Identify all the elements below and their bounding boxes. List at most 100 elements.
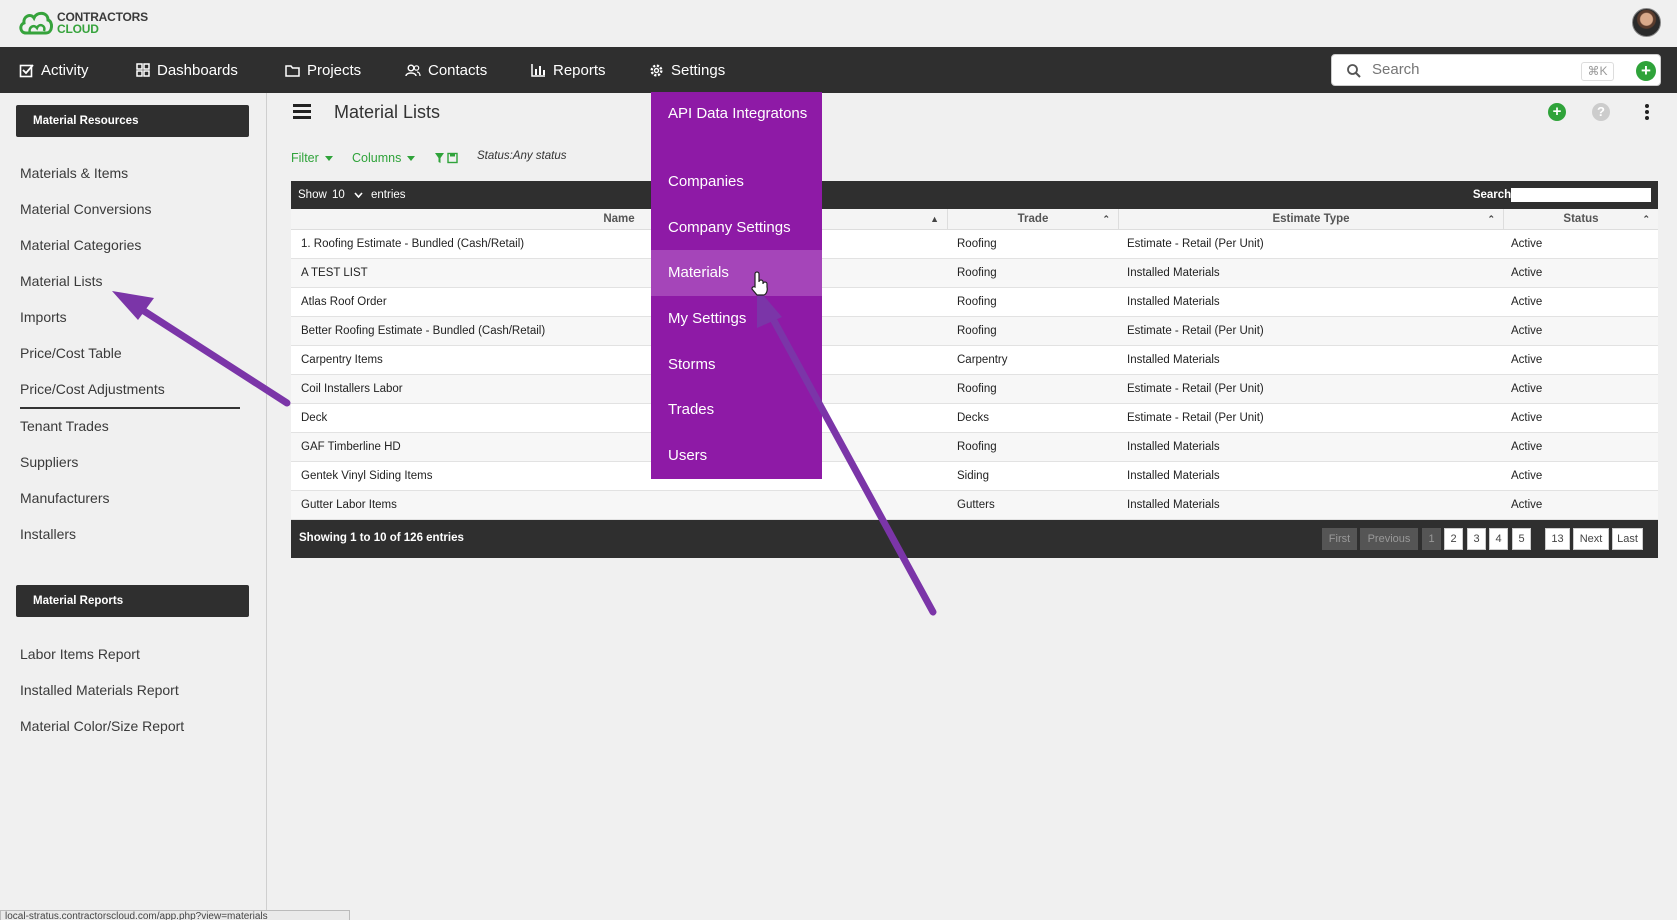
save-filter-button[interactable] xyxy=(435,152,459,164)
search-shortcut-hint: ⌘K xyxy=(1581,62,1614,81)
sidebar-item-suppliers[interactable]: Suppliers xyxy=(20,454,78,470)
sidebar-item-imports[interactable]: Imports xyxy=(20,309,67,325)
menu-item-companies[interactable]: Companies xyxy=(651,160,822,204)
sidebar-item-installed-materials-report[interactable]: Installed Materials Report xyxy=(20,682,179,698)
page-size-select[interactable]: 10 xyxy=(332,189,363,201)
menu-item-my-settings[interactable]: My Settings xyxy=(651,297,822,341)
cell-name[interactable]: Gutter Labor Items xyxy=(301,491,397,519)
nav-contacts[interactable]: Contacts xyxy=(405,47,487,93)
nav-settings[interactable]: Settings xyxy=(649,47,725,93)
table-search-input[interactable] xyxy=(1511,188,1651,202)
sidebar-item-installers[interactable]: Installers xyxy=(20,526,76,542)
global-search[interactable]: ⌘K + xyxy=(1331,54,1661,86)
menu-item-company-settings[interactable]: Company Settings xyxy=(651,206,822,250)
menu-item-api-data-integrations[interactable]: API Data Integratons xyxy=(651,102,822,125)
cell-name[interactable]: GAF Timberline HD xyxy=(301,433,401,461)
pagination-page-1[interactable]: 1 xyxy=(1422,528,1441,550)
filter-caret-icon xyxy=(324,155,333,161)
column-header-status[interactable]: Status ⌃ xyxy=(1504,209,1658,230)
table-row[interactable]: Gentek Vinyl Siding Items Siding Installed… xyxy=(291,462,1658,491)
nav-dashboards[interactable]: Dashboards xyxy=(136,47,238,93)
page-size-value: 10 xyxy=(332,189,345,201)
table-controls: Show 10 entries Search: xyxy=(291,181,1658,209)
material-lists-table: Show 10 entries Search: Name ▲ Trade ⌃ Est… xyxy=(291,181,1658,558)
pagination-next[interactable]: Next xyxy=(1573,528,1609,550)
more-options-icon[interactable] xyxy=(1644,103,1650,121)
pagination-previous[interactable]: Previous xyxy=(1360,528,1418,550)
menu-item-trades[interactable]: Trades xyxy=(651,388,822,432)
contractors-cloud-logo[interactable]: CONTRACTORS CLOUD xyxy=(18,9,148,37)
pagination-first[interactable]: First xyxy=(1322,528,1357,550)
cell-name[interactable]: Better Roofing Estimate - Bundled (Cash/… xyxy=(301,317,545,345)
bar-chart-icon xyxy=(531,64,545,77)
table-row[interactable]: Atlas Roof Order Roofing Installed Materia… xyxy=(291,288,1658,317)
cell-status: Active xyxy=(1511,296,1543,308)
menu-item-users[interactable]: Users xyxy=(651,434,822,478)
cell-status: Active xyxy=(1511,325,1543,337)
table-row[interactable]: Better Roofing Estimate - Bundled (Cash/… xyxy=(291,317,1658,346)
people-icon xyxy=(405,64,421,76)
table-row[interactable]: Gutter Labor Items Gutters Installed Mater… xyxy=(291,491,1658,520)
funnel-save-icon xyxy=(435,152,458,164)
cell-name[interactable]: 1. Roofing Estimate - Bundled (Cash/Reta… xyxy=(301,230,524,258)
columns-label: Columns xyxy=(352,151,402,165)
column-header-trade[interactable]: Trade ⌃ xyxy=(948,209,1119,230)
entries-label: entries xyxy=(371,189,406,201)
menu-item-storms[interactable]: Storms xyxy=(651,343,822,387)
sidebar-item-material-conversions[interactable]: Material Conversions xyxy=(20,201,152,217)
nav-projects-label: Projects xyxy=(307,61,362,79)
user-avatar[interactable] xyxy=(1632,8,1661,37)
sidebar-item-price-cost-table[interactable]: Price/Cost Table xyxy=(20,345,122,361)
table-row[interactable]: Coil Installers Labor Roofing Estimate - R… xyxy=(291,375,1658,404)
columns-dropdown[interactable]: Columns xyxy=(352,151,416,165)
column-header-name[interactable]: Name ▲ xyxy=(291,209,948,230)
sidebar-item-labor-items-report[interactable]: Labor Items Report xyxy=(20,646,140,662)
pagination-page-last[interactable]: 13 xyxy=(1545,528,1570,550)
cell-name[interactable]: A TEST LIST xyxy=(301,259,368,287)
nav-reports-label: Reports xyxy=(553,61,606,79)
cell-name[interactable]: Gentek Vinyl Siding Items xyxy=(301,462,432,490)
filter-dropdown[interactable]: Filter xyxy=(291,151,333,165)
pagination-page-4[interactable]: 4 xyxy=(1489,528,1508,550)
sidebar-item-tenant-trades[interactable]: Tenant Trades xyxy=(20,418,109,434)
help-icon[interactable]: ? xyxy=(1592,103,1610,121)
sidebar-item-materials-items[interactable]: Materials & Items xyxy=(20,165,128,181)
pagination-page-2[interactable]: 2 xyxy=(1444,528,1463,550)
main-navbar: Activity Dashboards Projects Contacts Re… xyxy=(0,47,1677,93)
pagination-last[interactable]: Last xyxy=(1612,528,1643,550)
global-search-input[interactable] xyxy=(1372,61,1572,78)
sidebar-item-material-color-size-report[interactable]: Material Color/Size Report xyxy=(20,718,184,734)
menu-toggle-icon[interactable] xyxy=(293,104,311,120)
columns-caret-icon xyxy=(407,155,416,161)
sidebar-item-price-cost-adjustments[interactable]: Price/Cost Adjustments xyxy=(20,381,165,397)
table-row[interactable]: GAF Timberline HD Roofing Installed Materi… xyxy=(291,433,1658,462)
menu-item-materials[interactable]: Materials xyxy=(651,250,822,296)
table-row[interactable]: 1. Roofing Estimate - Bundled (Cash/Reta… xyxy=(291,230,1658,259)
nav-projects[interactable]: Projects xyxy=(285,47,361,93)
grid-icon xyxy=(136,63,150,77)
cell-name[interactable]: Deck xyxy=(301,404,327,432)
pagination-page-3[interactable]: 3 xyxy=(1467,528,1486,550)
logo-line2: CLOUD xyxy=(57,22,99,36)
sidebar-item-material-lists[interactable]: Material Lists xyxy=(20,273,102,289)
sidebar-item-material-categories[interactable]: Material Categories xyxy=(20,237,141,253)
cell-status: Active xyxy=(1511,499,1543,511)
column-header-trade-label: Trade xyxy=(1017,213,1049,225)
cell-status: Active xyxy=(1511,383,1543,395)
cell-name[interactable]: Carpentry Items xyxy=(301,346,383,374)
folder-icon xyxy=(285,64,300,77)
table-row[interactable]: A TEST LIST Roofing Installed Materials Act… xyxy=(291,259,1658,288)
add-list-icon[interactable]: + xyxy=(1548,103,1566,121)
sidebar-item-manufacturers[interactable]: Manufacturers xyxy=(20,490,109,506)
cell-name[interactable]: Coil Installers Labor xyxy=(301,375,403,403)
table-row[interactable]: Deck Decks Estimate - Retail (Per Unit) Act… xyxy=(291,404,1658,433)
table-row[interactable]: Carpentry Items Carpentry Installed Materi… xyxy=(291,346,1658,375)
cell-trade: Roofing xyxy=(957,441,997,453)
nav-reports[interactable]: Reports xyxy=(531,47,606,93)
cell-name[interactable]: Atlas Roof Order xyxy=(301,288,387,316)
quick-add-button[interactable]: + xyxy=(1636,61,1656,81)
table-header: Name ▲ Trade ⌃ Estimate Type ⌃ Status ⌃ xyxy=(291,209,1658,230)
column-header-estimate-type[interactable]: Estimate Type ⌃ xyxy=(1119,209,1504,230)
nav-activity[interactable]: Activity xyxy=(19,47,89,93)
pagination-page-5[interactable]: 5 xyxy=(1512,528,1531,550)
